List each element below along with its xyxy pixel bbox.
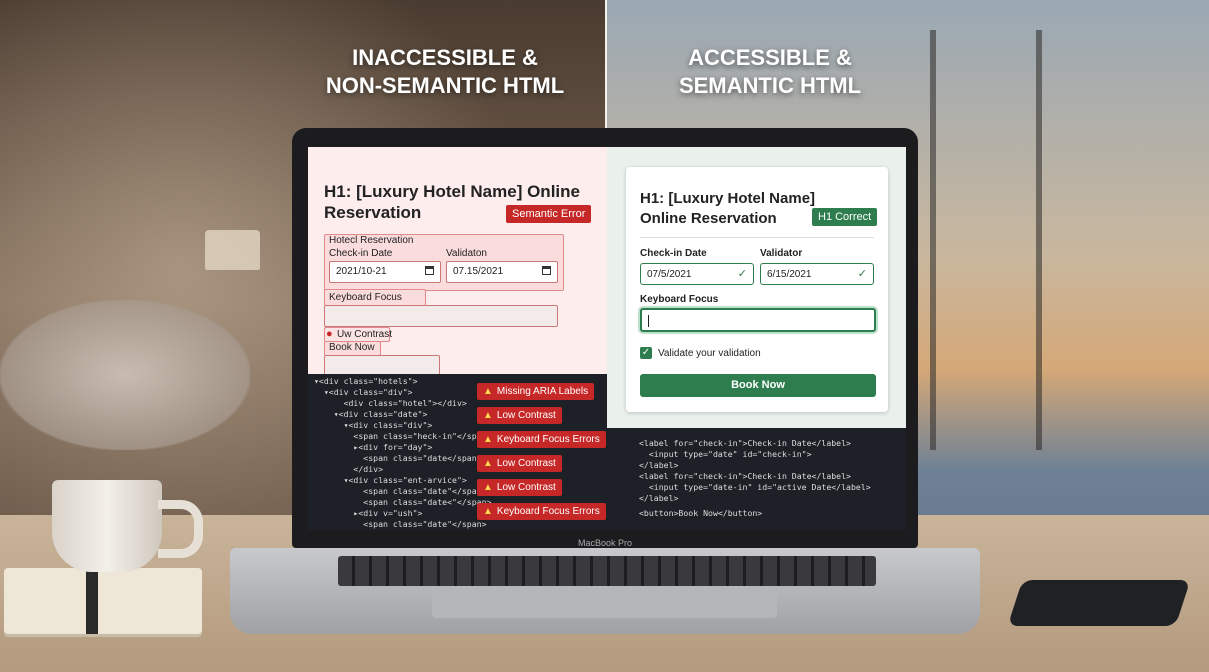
bad-validation-value: 07.15/2021 — [453, 266, 504, 277]
good-checkin-input[interactable]: 07/5/2021 ✓ — [640, 263, 754, 285]
divider — [640, 237, 874, 238]
warning-icon: ▲ — [483, 458, 493, 469]
good-checkin-label: Check-in Date — [640, 248, 707, 259]
bad-validation-field[interactable]: 07.15/2021 — [446, 261, 558, 283]
bad-checkin-label: Check-in Date — [329, 248, 393, 259]
bad-book-label: Book Now — [329, 342, 375, 353]
error-text: Low Contrast — [496, 458, 556, 469]
warning-icon: ▲ — [483, 434, 493, 445]
laptop-trackpad — [432, 590, 777, 618]
error-badge: ▲ Missing ARIA Labels — [477, 383, 595, 400]
notebook-band — [86, 568, 98, 634]
good-validator-input[interactable]: 6/15/2021 ✓ — [760, 263, 874, 285]
code-line: <span class="date"</span> — [314, 519, 487, 529]
coffee-cup-handle — [158, 500, 203, 558]
bad-group-label: Hotecl Reservation — [329, 235, 414, 246]
error-text: Low Contrast — [496, 410, 556, 421]
bad-checkin-field[interactable]: 2021/10-21 — [329, 261, 441, 283]
laptop-keyboard — [338, 556, 876, 586]
h1-correct-badge: H1 Correct — [812, 208, 878, 226]
reservation-card: H1: [Luxury Hotel Name] Online Reservati… — [626, 167, 888, 412]
warning-icon: ▲ — [483, 410, 493, 421]
good-code-panel: <label for="check-in">Check-in Date</lab… — [607, 428, 906, 530]
validation-checkbox[interactable]: ✓ — [640, 347, 652, 359]
smartphone — [1007, 580, 1191, 626]
good-checkin-value: 07/5/2021 — [647, 269, 692, 280]
error-text: Keyboard Focus Errors — [496, 434, 600, 445]
warning-icon: ● — [326, 328, 333, 340]
error-badge: ▲ Low Contrast — [477, 455, 562, 472]
error-text: Low Contrast — [496, 482, 556, 493]
code-line: </label> — [639, 493, 679, 503]
heading-inaccessible: INACCESSIBLE & NON-SEMANTIC HTML — [325, 45, 565, 98]
lamp — [205, 230, 260, 270]
calendar-icon — [542, 266, 551, 275]
good-validator-value: 6/15/2021 — [767, 269, 812, 280]
notebook — [4, 568, 202, 634]
warning-icon: ▲ — [483, 482, 493, 493]
book-now-button[interactable]: Book Now — [640, 374, 876, 397]
heading-accessible: ACCESSIBLE & SEMANTIC HTML — [678, 45, 862, 98]
error-badge: ▲ Keyboard Focus Errors — [477, 431, 606, 448]
bad-code-panel: ▾<div class="hotels"> ▾<div class="div">… — [308, 374, 607, 530]
good-form-panel: H1: [Luxury Hotel Name] Online Reservati… — [607, 147, 906, 428]
checkmark-icon: ✓ — [857, 268, 867, 280]
bad-contrast-label: Uw Contrast — [337, 329, 393, 340]
warning-icon: ▲ — [483, 386, 493, 397]
keyboard-focus-input[interactable] — [640, 308, 876, 332]
bad-form-panel: H1: [Luxury Hotel Name] Online Reservati… — [308, 147, 607, 377]
warning-icon: ▲ — [483, 506, 493, 517]
semantic-error-badge: Semantic Error — [506, 205, 592, 223]
good-keyboard-label: Keyboard Focus — [640, 294, 719, 305]
text-cursor — [648, 315, 649, 327]
error-text: Keyboard Focus Errors — [496, 506, 600, 517]
error-badge: ▲ Low Contrast — [477, 407, 562, 424]
comparison-divider — [605, 0, 607, 128]
code-line: <button>Book Now</button> — [639, 508, 763, 518]
bad-validation-label: Validaton — [446, 248, 487, 259]
device-label: MacBook Pro — [577, 538, 633, 548]
window-frame — [930, 30, 1042, 450]
checkmark-icon: ✓ — [737, 268, 747, 280]
good-page-subtitle: Online Reservation — [640, 210, 777, 227]
good-page-title: H1: [Luxury Hotel Name] — [640, 190, 816, 207]
error-badge: ▲ Keyboard Focus Errors — [477, 503, 606, 520]
coffee-cup — [52, 480, 162, 572]
error-text: Missing ARIA Labels — [496, 386, 589, 397]
calendar-icon — [425, 266, 434, 275]
sofa — [0, 300, 250, 450]
error-badge: ▲ Low Contrast — [477, 479, 562, 496]
bad-checkin-value: 2021/10-21 — [336, 266, 387, 277]
bad-keyboard-field[interactable] — [324, 305, 558, 327]
checkbox-label: Validate your validation — [658, 348, 761, 359]
good-validator-label: Validator — [760, 248, 803, 259]
laptop-screen: H1: [Luxury Hotel Name] Online Reservati… — [308, 147, 906, 530]
bad-keyboard-label: Keyboard Focus — [329, 292, 402, 303]
